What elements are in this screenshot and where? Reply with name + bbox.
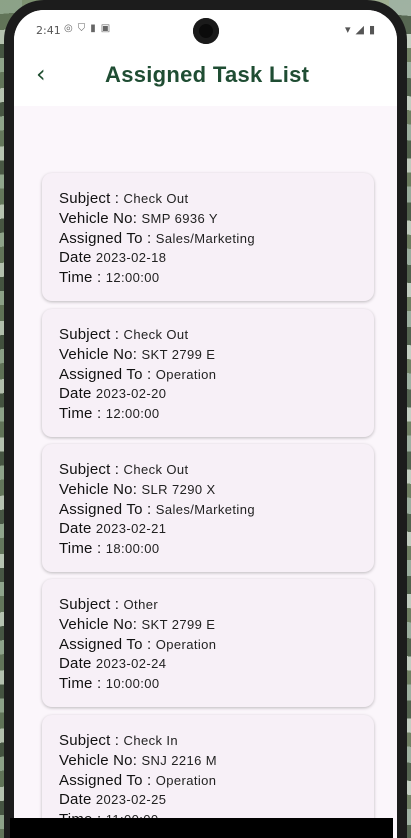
task-card[interactable]: Subject : Other Vehicle No: SKT 2799 E A… <box>42 579 374 707</box>
status-time: 2:41 <box>36 24 61 37</box>
task-subject: Subject : Check Out <box>59 190 189 207</box>
task-subject: Subject : Other <box>59 596 159 613</box>
camera-cutout <box>193 18 219 44</box>
back-button[interactable]: ‹ <box>36 62 46 86</box>
task-vehicle: Vehicle No: SKT 2799 E <box>59 616 216 633</box>
page-title: Assigned Task List <box>105 62 310 87</box>
play-shield-icon: ⛉ <box>77 23 86 34</box>
task-assigned: Assigned To : Sales/Marketing <box>59 230 255 247</box>
sim-card-icon: ▮ <box>90 23 96 34</box>
task-date: Date 2023-02-20 <box>59 385 167 402</box>
status-left-icons: ◎ ⛉ ▮ ▣ <box>64 23 110 34</box>
task-time: Time : 18:00:00 <box>59 540 160 557</box>
task-list[interactable]: Subject : Check Out Vehicle No: SMP 6936… <box>14 106 397 838</box>
bottom-bezel <box>10 818 393 838</box>
a-box-icon: ▣ <box>100 23 111 34</box>
task-card[interactable]: Subject : Check Out Vehicle No: SKT 2799… <box>42 309 374 437</box>
status-bar: 2:41 ◎ ⛉ ▮ ▣ ▾ ◢ ▮ <box>14 10 397 52</box>
task-date: Date 2023-02-21 <box>59 520 167 537</box>
battery-icon: ▮ <box>368 23 375 36</box>
task-time: Time : 10:00:00 <box>59 675 160 692</box>
task-date: Date 2023-02-24 <box>59 655 167 672</box>
signal-icon: ◢ <box>355 23 364 36</box>
task-vehicle: Vehicle No: SNJ 2216 M <box>59 752 217 769</box>
task-time: Time : 12:00:00 <box>59 405 160 422</box>
task-date: Date 2023-02-25 <box>59 791 167 808</box>
task-subject: Subject : Check Out <box>59 461 189 478</box>
task-subject: Subject : Check Out <box>59 326 189 343</box>
app-bar: ‹ Assigned Task List <box>14 52 397 106</box>
task-vehicle: Vehicle No: SLR 7290 X <box>59 481 216 498</box>
task-assigned: Assigned To : Sales/Marketing <box>59 501 255 518</box>
task-vehicle: Vehicle No: SMP 6936 Y <box>59 210 218 227</box>
app-screen: 2:41 ◎ ⛉ ▮ ▣ ▾ ◢ ▮ ‹ Assigned Task List … <box>14 10 397 838</box>
wifi-icon: ▾ <box>344 23 351 36</box>
task-assigned: Assigned To : Operation <box>59 366 217 383</box>
task-vehicle: Vehicle No: SKT 2799 E <box>59 346 216 363</box>
shield-icon: ◎ <box>64 23 73 34</box>
task-card[interactable]: Subject : Check Out Vehicle No: SMP 6936… <box>42 173 374 301</box>
phone-frame: 2:41 ◎ ⛉ ▮ ▣ ▾ ◢ ▮ ‹ Assigned Task List … <box>4 0 407 838</box>
status-right-icons: ▾ ◢ ▮ <box>345 23 375 36</box>
task-subject: Subject : Check In <box>59 732 179 749</box>
task-date: Date 2023-02-18 <box>59 249 167 266</box>
task-assigned: Assigned To : Operation <box>59 772 217 789</box>
task-card[interactable]: Subject : Check Out Vehicle No: SLR 7290… <box>42 444 374 572</box>
task-time: Time : 12:00:00 <box>59 269 160 286</box>
task-assigned: Assigned To : Operation <box>59 636 217 653</box>
